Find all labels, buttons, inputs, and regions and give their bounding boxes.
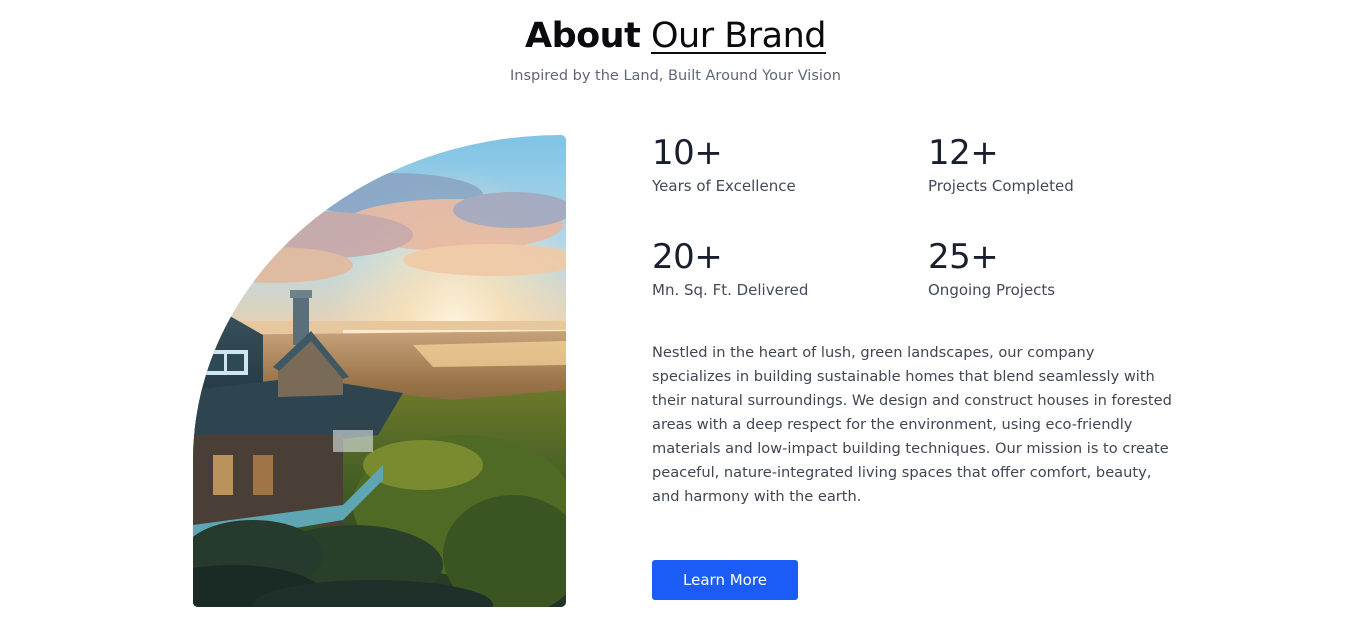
stat-value: 10+	[652, 133, 723, 173]
about-description: Nestled in the heart of lush, green land…	[652, 344, 1172, 505]
stat-sq-ft-delivered: 20+ Mn. Sq. Ft. Delivered	[652, 238, 912, 300]
stat-value: 12+	[928, 133, 999, 173]
stat-label: Ongoing Projects	[928, 281, 1056, 299]
stat-ongoing-projects: 25+ Ongoing Projects	[928, 238, 1188, 300]
stat-years-of-excellence: 10+ Years of Excellence	[652, 134, 912, 196]
stat-label: Projects Completed	[928, 177, 1074, 195]
section-title-underlined: Our Brand	[650, 16, 827, 56]
section-title: About Our Brand	[0, 14, 1348, 58]
stat-projects-completed: 12+ Projects Completed	[928, 134, 1188, 196]
stat-label: Mn. Sq. Ft. Delivered	[652, 281, 809, 299]
section-title-bold: About	[525, 16, 641, 56]
stat-value: 25+	[928, 237, 999, 277]
stat-label: Years of Excellence	[652, 177, 796, 195]
section-subtitle: Inspired by the Land, Built Around Your …	[510, 68, 841, 84]
stat-value: 20+	[652, 237, 723, 277]
learn-more-button[interactable]: Learn More	[652, 560, 798, 600]
house-landscape-image	[193, 135, 566, 607]
